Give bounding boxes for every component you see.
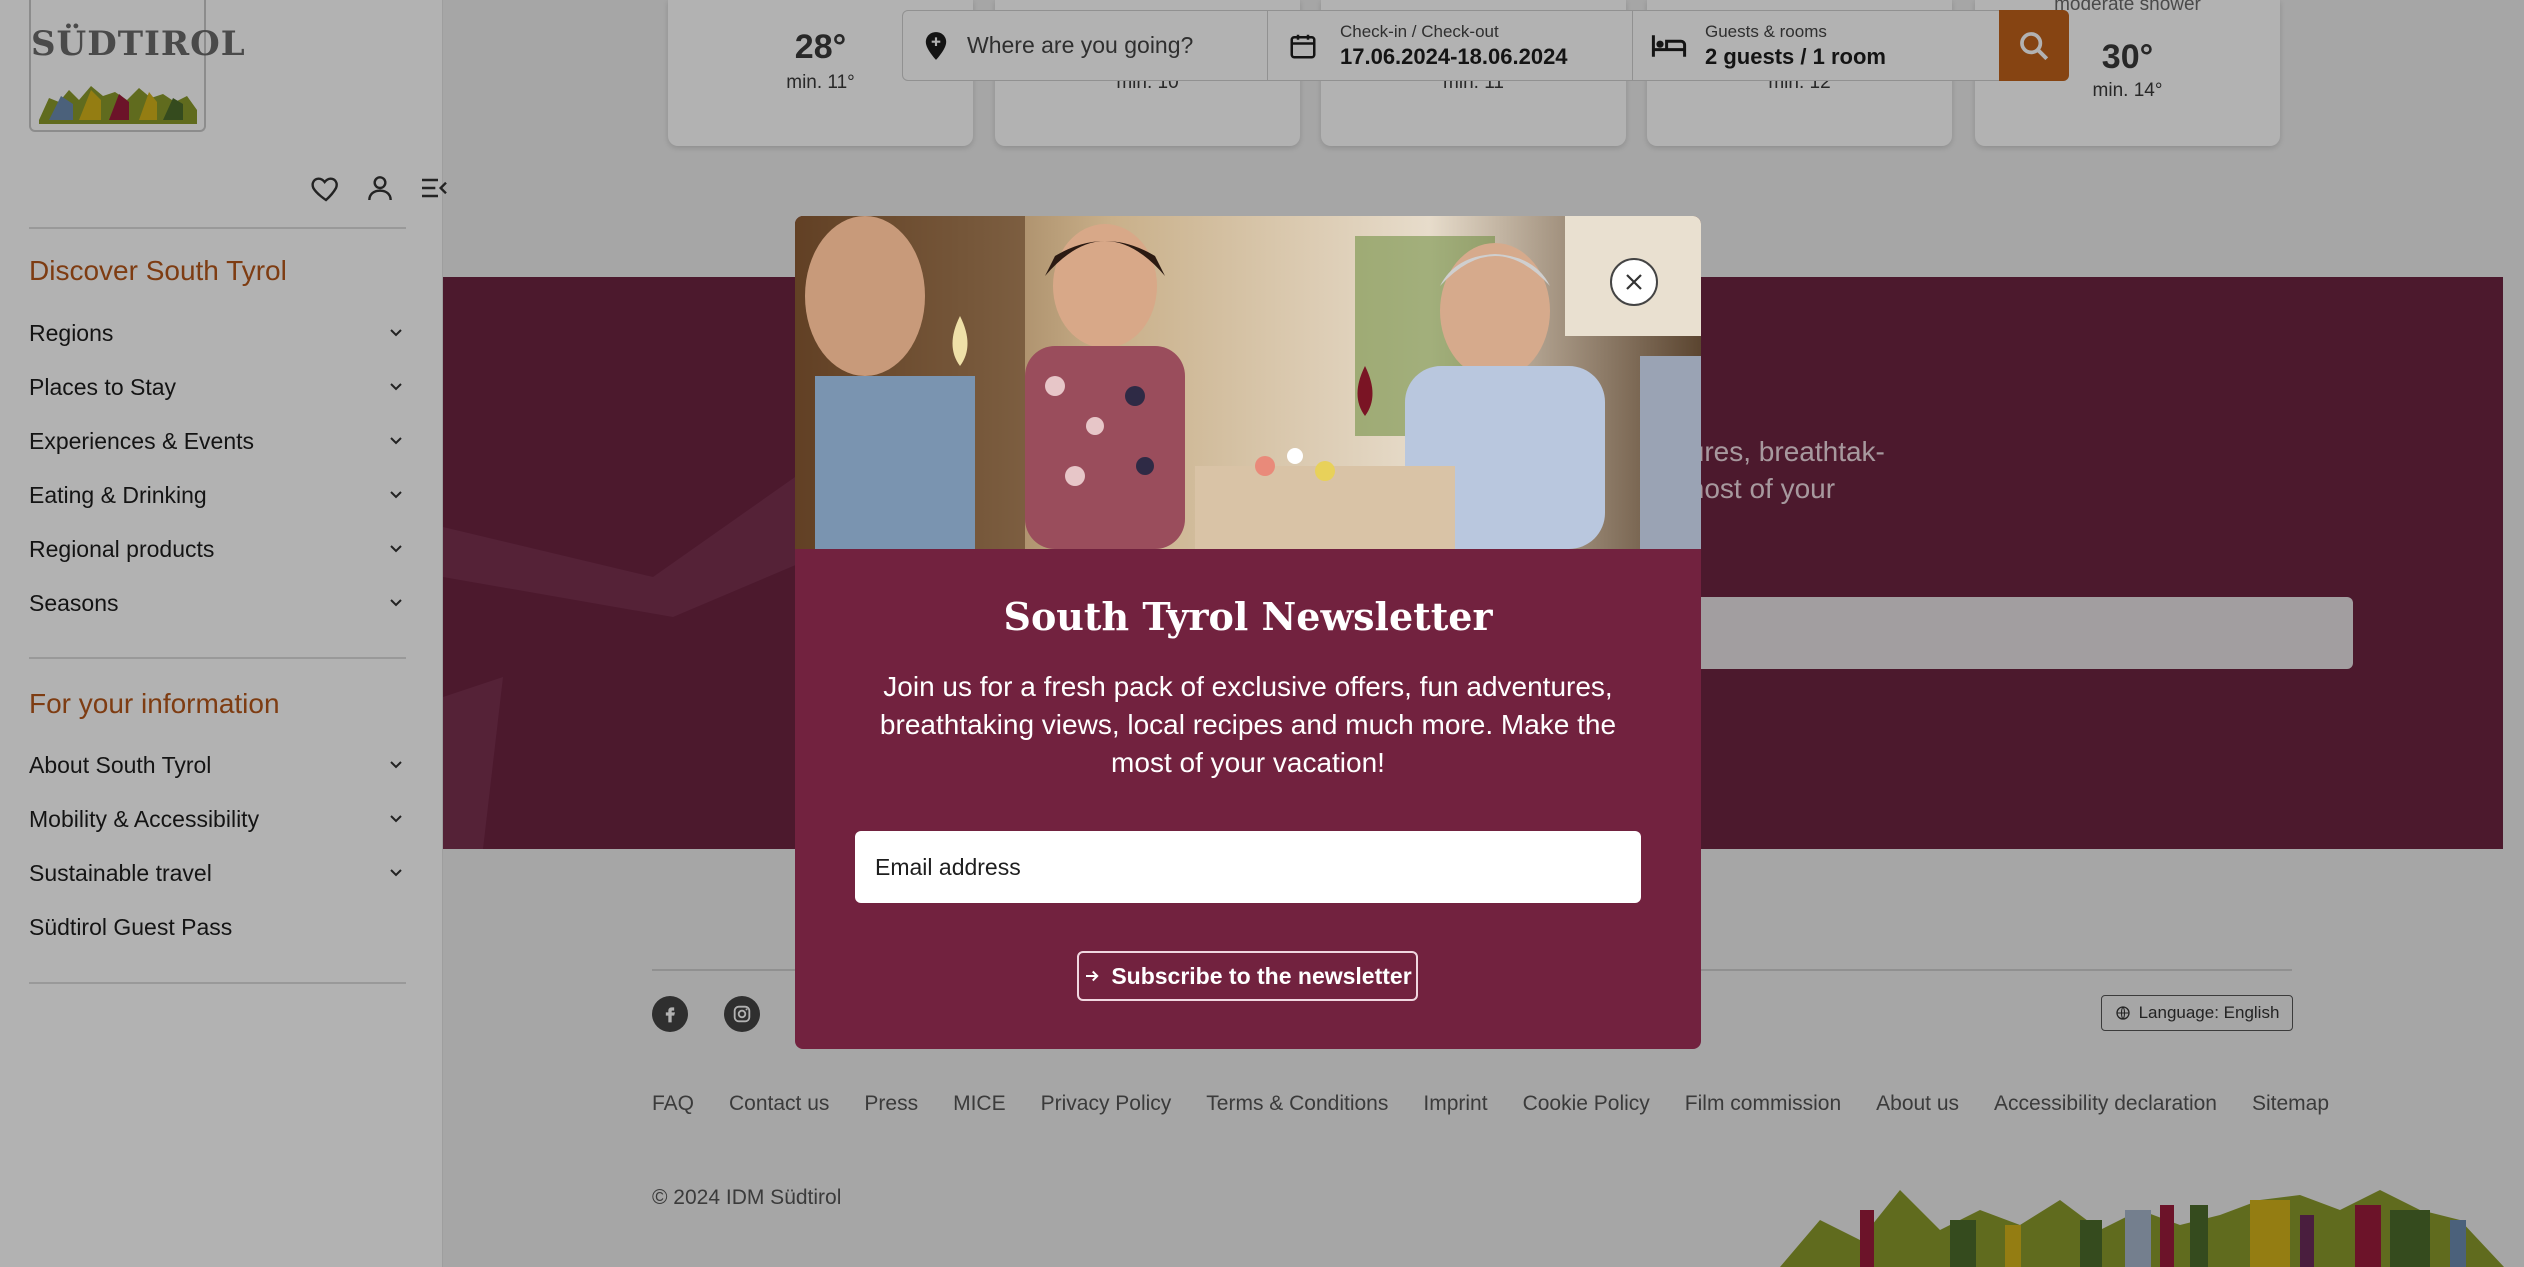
email-field[interactable] [855,831,1641,903]
newsletter-modal: South Tyrol Newsletter Join us for a fre… [795,216,1701,1049]
close-button[interactable] [1610,258,1658,306]
modal-description: Join us for a fresh pack of exclusive of… [879,671,1617,778]
arrow-right-icon [1086,970,1099,982]
close-icon [1626,274,1642,290]
subscribe-button[interactable]: Subscribe to the newsletter [1077,951,1418,1001]
modal-title: South Tyrol Newsletter [1003,594,1493,639]
subscribe-label: Subscribe to the newsletter [1111,962,1412,989]
newsletter-photo [795,216,1701,549]
